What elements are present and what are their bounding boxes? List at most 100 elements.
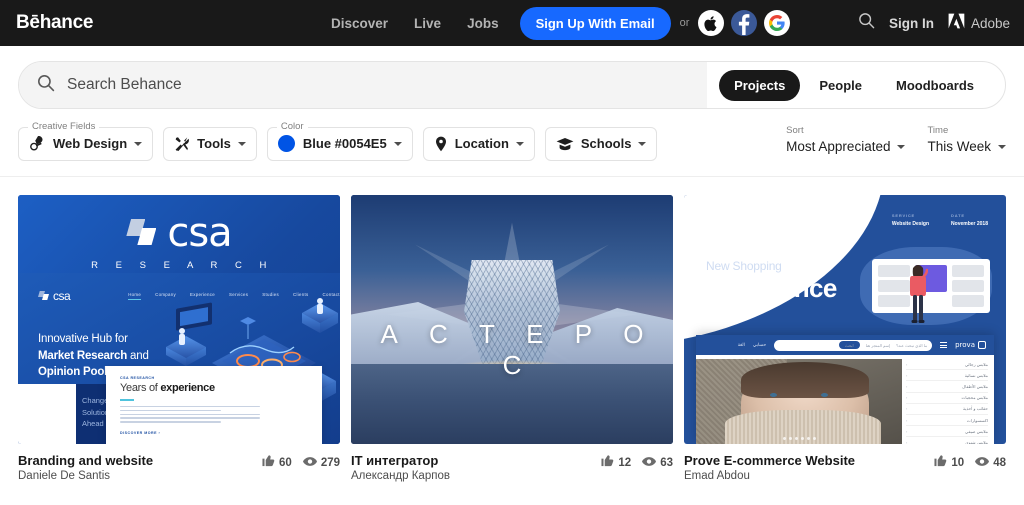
views-count: 279 (320, 457, 340, 469)
prova-date-label: DATE (951, 213, 965, 218)
csa-card-body-lines (120, 406, 260, 425)
project-thumbnail[interactable]: p prova SERVICE Website Design DATE Nove… (684, 195, 1006, 444)
sort-dropdown[interactable]: Sort Most Appreciated (786, 125, 906, 154)
csa-hexagon-icon (38, 291, 50, 301)
filter-creative-fields-value: Web Design (53, 136, 128, 151)
prova-site-logo: prova (955, 341, 986, 349)
tab-moodboards[interactable]: Moodboards (881, 70, 989, 101)
adobe-link[interactable]: Adobe (948, 13, 1010, 34)
views-stat: 48 (975, 454, 1006, 472)
prova-hero-illustration (860, 247, 992, 325)
nav-link-live[interactable]: Live (401, 16, 454, 31)
csa-sub-wordmark: R E S E A R C H (91, 260, 274, 271)
google-signin-icon[interactable] (764, 10, 791, 36)
apple-signin-icon[interactable] (698, 10, 725, 36)
prova-service-value: Website Design (891, 221, 930, 227)
facebook-signin-icon[interactable] (731, 10, 758, 36)
project-title[interactable]: Branding and website (18, 453, 262, 468)
eye-icon (975, 454, 990, 472)
project-title[interactable]: IT интегратор (351, 453, 601, 468)
prova-service-label: SERVICE (891, 213, 915, 218)
project-card: p prova SERVICE Website Design DATE Nove… (684, 195, 1006, 482)
search-field-wrapper[interactable] (19, 62, 708, 108)
prova-search-placeholder: ما الذي تبحث عنه؟ (896, 342, 928, 348)
location-pin-icon (434, 136, 448, 152)
project-stats: 60 279 (262, 453, 340, 472)
graduation-cap-icon (556, 137, 574, 151)
filter-location-value: Location (454, 136, 509, 151)
project-stats: 12 63 (601, 453, 673, 472)
prova-category-item: ملابس صيفي ‹ (906, 426, 988, 438)
prova-logo-mark-icon: p (706, 213, 721, 229)
eye-icon (642, 454, 657, 472)
project-owner[interactable]: Emad Abdou (684, 470, 934, 482)
project-title[interactable]: Prove E-commerce Website (684, 453, 934, 468)
project-thumbnail[interactable]: А С Т Е Р О С (351, 195, 673, 444)
appreciation-count: 12 (618, 457, 632, 469)
search-scope-tabs: Projects People Moodboards (707, 62, 1005, 108)
thumbs-up-icon (934, 454, 947, 472)
prova-site-body: ملابس رجالي ‹ ملابس نسائية ‹ ملابس الأطفال… (696, 355, 994, 444)
project-meta: Branding and website Daniele De Santis 6… (18, 453, 340, 482)
thumbs-up-icon (601, 454, 614, 472)
search-icon[interactable] (858, 12, 875, 34)
filter-schools-value: Schools (580, 136, 632, 151)
search-section: Projects People Moodboards (0, 46, 1024, 109)
prova-category-item: اكسسوارات ‹ (906, 415, 988, 427)
appreciation-stat: 12 (601, 454, 631, 472)
model-hair (741, 362, 870, 399)
time-dropdown[interactable]: Time This Week (927, 125, 1006, 154)
csa-headline-line-2b: and (127, 349, 149, 362)
nav-link-jobs[interactable]: Jobs (454, 16, 512, 31)
behance-logo[interactable]: Bēhance (16, 12, 93, 34)
eye-icon (302, 454, 317, 472)
sort-controls: Sort Most Appreciated Time This Week (786, 125, 1006, 154)
sort-label: Sort (786, 125, 804, 136)
nav-link-discover[interactable]: Discover (318, 16, 401, 31)
prova-category-sidebar: ملابس رجالي ‹ ملابس نسائية ‹ ملابس الأطفال… (902, 355, 994, 444)
nav-right-group: Sign In Adobe (858, 0, 1010, 46)
chevron-down-icon (237, 141, 246, 146)
sign-up-with-email-button[interactable]: Sign Up With Email (519, 6, 671, 40)
adobe-logo-icon (948, 13, 965, 34)
sign-in-link[interactable]: Sign In (889, 16, 934, 31)
csa-hero-logo: csa R E S E A R C H (18, 213, 340, 271)
chevron-down-icon (393, 141, 402, 146)
or-separator-label: or (679, 17, 690, 29)
thumbs-up-icon (262, 454, 275, 472)
prova-headline-big: Experience (704, 273, 837, 303)
chevron-down-icon (638, 141, 647, 146)
project-grid: csa R E S E A R C H csa Home Company Exp… (0, 177, 1024, 482)
prova-search-location: إسم المتجر هنا (865, 342, 891, 348)
filter-color[interactable]: Color Blue #0054E5 (266, 120, 413, 161)
prova-category-item: ملابس نسائية ‹ (906, 370, 988, 382)
csa-wordmark: csa (167, 210, 232, 256)
color-swatch-icon (277, 135, 295, 152)
prova-date-value: November 2018 (951, 221, 988, 227)
tab-people[interactable]: People (804, 70, 877, 101)
filter-bar: Creative Fields Web Design Tools Color B… (0, 109, 1024, 177)
prova-search-button: ابحث (838, 341, 860, 349)
views-stat: 63 (642, 454, 673, 472)
prova-headline-small: New Shopping (706, 259, 782, 273)
model-eye-right (820, 393, 828, 397)
project-owner[interactable]: Александр Карпов (351, 470, 601, 482)
top-navigation-bar: Bēhance Discover Live Jobs Sign Up With … (0, 0, 1024, 46)
prova-category-item: ملابس الأطفال ‹ (906, 381, 988, 393)
primary-nav-links: Discover Live Jobs Sign Up With Email or (318, 0, 791, 46)
filter-creative-fields[interactable]: Creative Fields Web Design (18, 120, 154, 161)
project-owner[interactable]: Daniele De Santis (18, 470, 262, 482)
filter-schools[interactable]: Schools (544, 126, 658, 161)
asteros-cover-art: А С Т Е Р О С (351, 195, 673, 444)
chevron-down-icon (515, 141, 524, 146)
time-label: Time (927, 125, 949, 136)
search-input[interactable] (67, 76, 671, 94)
project-thumbnail[interactable]: csa R E S E A R C H csa Home Company Exp… (18, 195, 340, 444)
prova-site-topbar: prova ما الذي تبحث عنه؟ إسم المتجر هنا ا… (696, 335, 994, 355)
tab-projects[interactable]: Projects (719, 69, 801, 101)
prova-logo-mark-icon (978, 341, 986, 349)
filter-location[interactable]: Location (422, 126, 535, 161)
filter-color-value: Blue #0054E5 (302, 136, 387, 151)
filter-tools[interactable]: Tools (163, 126, 257, 161)
csa-card-more-link: DISCOVER MORE › (120, 431, 161, 435)
